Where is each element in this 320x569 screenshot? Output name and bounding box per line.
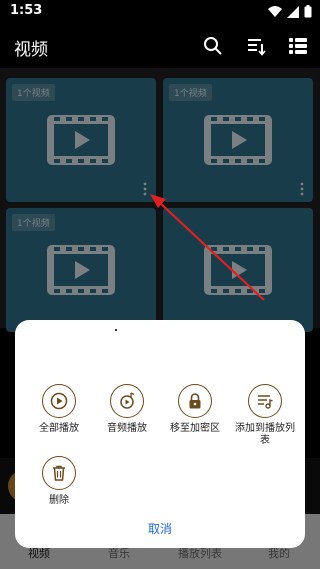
trash-icon — [42, 456, 76, 490]
list-view-icon[interactable] — [288, 36, 308, 56]
audio-play-icon — [110, 384, 144, 418]
action-label: 音频播放 — [107, 423, 147, 434]
video-count-badge: 1个视频 — [12, 84, 55, 101]
battery-icon — [304, 5, 312, 18]
video-count-badge: 1个视频 — [12, 214, 55, 231]
play-icon — [42, 384, 76, 418]
delete-button[interactable]: 删除 — [29, 456, 89, 507]
video-folder-tile[interactable]: 1个视频 — [6, 78, 156, 202]
sheet-handle — [115, 329, 117, 331]
signal-icon — [287, 5, 299, 18]
more-options-icon[interactable] — [299, 182, 305, 196]
lock-icon — [178, 384, 212, 418]
video-thumbnail-icon — [204, 245, 272, 295]
status-icons — [268, 5, 312, 18]
sort-icon[interactable] — [246, 36, 266, 56]
action-sheet: 全部播放 音频播放 移至加密区 添加到播放列表 删除 取消 — [15, 320, 305, 548]
status-bar: 1:53 — [0, 0, 320, 24]
video-thumbnail-icon — [47, 245, 115, 295]
add-to-playlist-button[interactable]: 添加到播放列表 — [235, 384, 295, 447]
app-header: 视频 — [0, 24, 320, 68]
video-folder-tile[interactable]: 1个视频 — [163, 78, 313, 202]
video-thumbnail-icon — [47, 115, 115, 165]
wifi-icon — [268, 5, 282, 17]
video-count-badge: 1个视频 — [169, 84, 212, 101]
action-label: 添加到播放列表 — [235, 423, 295, 446]
move-to-vault-button[interactable]: 移至加密区 — [165, 384, 225, 435]
more-options-icon[interactable] — [142, 182, 148, 196]
playlist-add-icon — [248, 384, 282, 418]
action-label: 全部播放 — [39, 423, 79, 434]
video-folder-tile[interactable] — [163, 208, 313, 332]
video-grid: 1个视频 1个视频 1个视频 — [0, 68, 320, 332]
video-folder-tile[interactable]: 1个视频 — [6, 208, 156, 332]
search-icon[interactable] — [203, 36, 223, 56]
play-all-button[interactable]: 全部播放 — [29, 384, 89, 435]
action-label: 移至加密区 — [170, 423, 220, 434]
page-title: 视频 — [14, 40, 48, 60]
video-thumbnail-icon — [204, 115, 272, 165]
audio-play-button[interactable]: 音频播放 — [97, 384, 157, 435]
action-label: 删除 — [49, 495, 69, 506]
cancel-button[interactable]: 取消 — [15, 520, 305, 537]
status-time: 1:53 — [10, 3, 43, 18]
